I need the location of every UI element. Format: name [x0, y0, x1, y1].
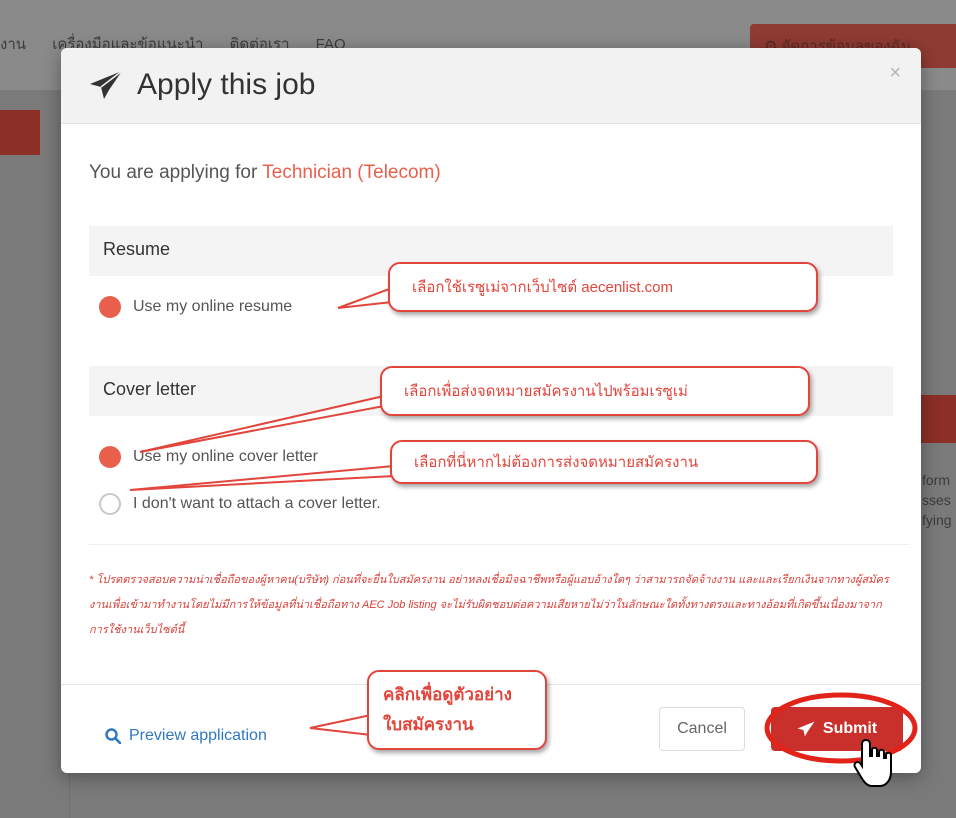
- paper-plane-icon: [90, 70, 123, 99]
- nav-item-jobs: งาน: [0, 36, 27, 53]
- divider: [89, 544, 909, 545]
- preview-annotation: คลิกเพื่อดูตัวอย่าง ใบสมัครงาน: [367, 670, 547, 750]
- radio-selected[interactable]: [99, 296, 121, 318]
- no-cover-letter-option[interactable]: I don't want to attach a cover letter.: [99, 493, 381, 515]
- cover-letter-annotation: เลือกเพื่อส่งจดหมายสมัครงานไปพร้อมเรซูเม…: [380, 366, 810, 416]
- modal-title: Apply this job: [89, 68, 315, 102]
- preview-application-link[interactable]: Preview application: [105, 727, 267, 745]
- applying-for-text: You are applying for Technician (Telecom…: [89, 162, 441, 183]
- no-cover-annotation: เลือกที่นี่หากไม่ต้องการส่งจดหมายสมัครงา…: [390, 440, 818, 484]
- submit-button[interactable]: Submit: [771, 707, 903, 751]
- search-icon: [105, 728, 121, 744]
- cancel-button[interactable]: Cancel: [659, 707, 745, 751]
- modal-header: Apply this job ×: [61, 48, 921, 124]
- close-button[interactable]: ×: [889, 62, 901, 85]
- job-title-link[interactable]: Technician (Telecom): [262, 162, 440, 183]
- background-red-strip: [0, 110, 40, 155]
- online-resume-option[interactable]: Use my online resume: [99, 296, 292, 318]
- resume-annotation: เลือกใช้เรซูเม่จากเว็บไซต์ aecenlist.com: [388, 262, 818, 312]
- online-cover-letter-option[interactable]: Use my online cover letter: [99, 446, 318, 468]
- online-cover-letter-label: Use my online cover letter: [133, 448, 318, 465]
- online-resume-label: Use my online resume: [133, 298, 293, 315]
- disclaimer-text: * โปรดตรวจสอบความน่าเชื่อถือของผู้หาคน(บ…: [89, 574, 889, 636]
- paper-plane-icon: [797, 721, 815, 737]
- radio-selected[interactable]: [99, 446, 121, 468]
- no-cover-letter-label: I don't want to attach a cover letter.: [133, 495, 381, 512]
- background-red-block: [920, 395, 956, 443]
- background-text: form sses fying: [922, 472, 952, 528]
- radio-unselected[interactable]: [99, 493, 121, 515]
